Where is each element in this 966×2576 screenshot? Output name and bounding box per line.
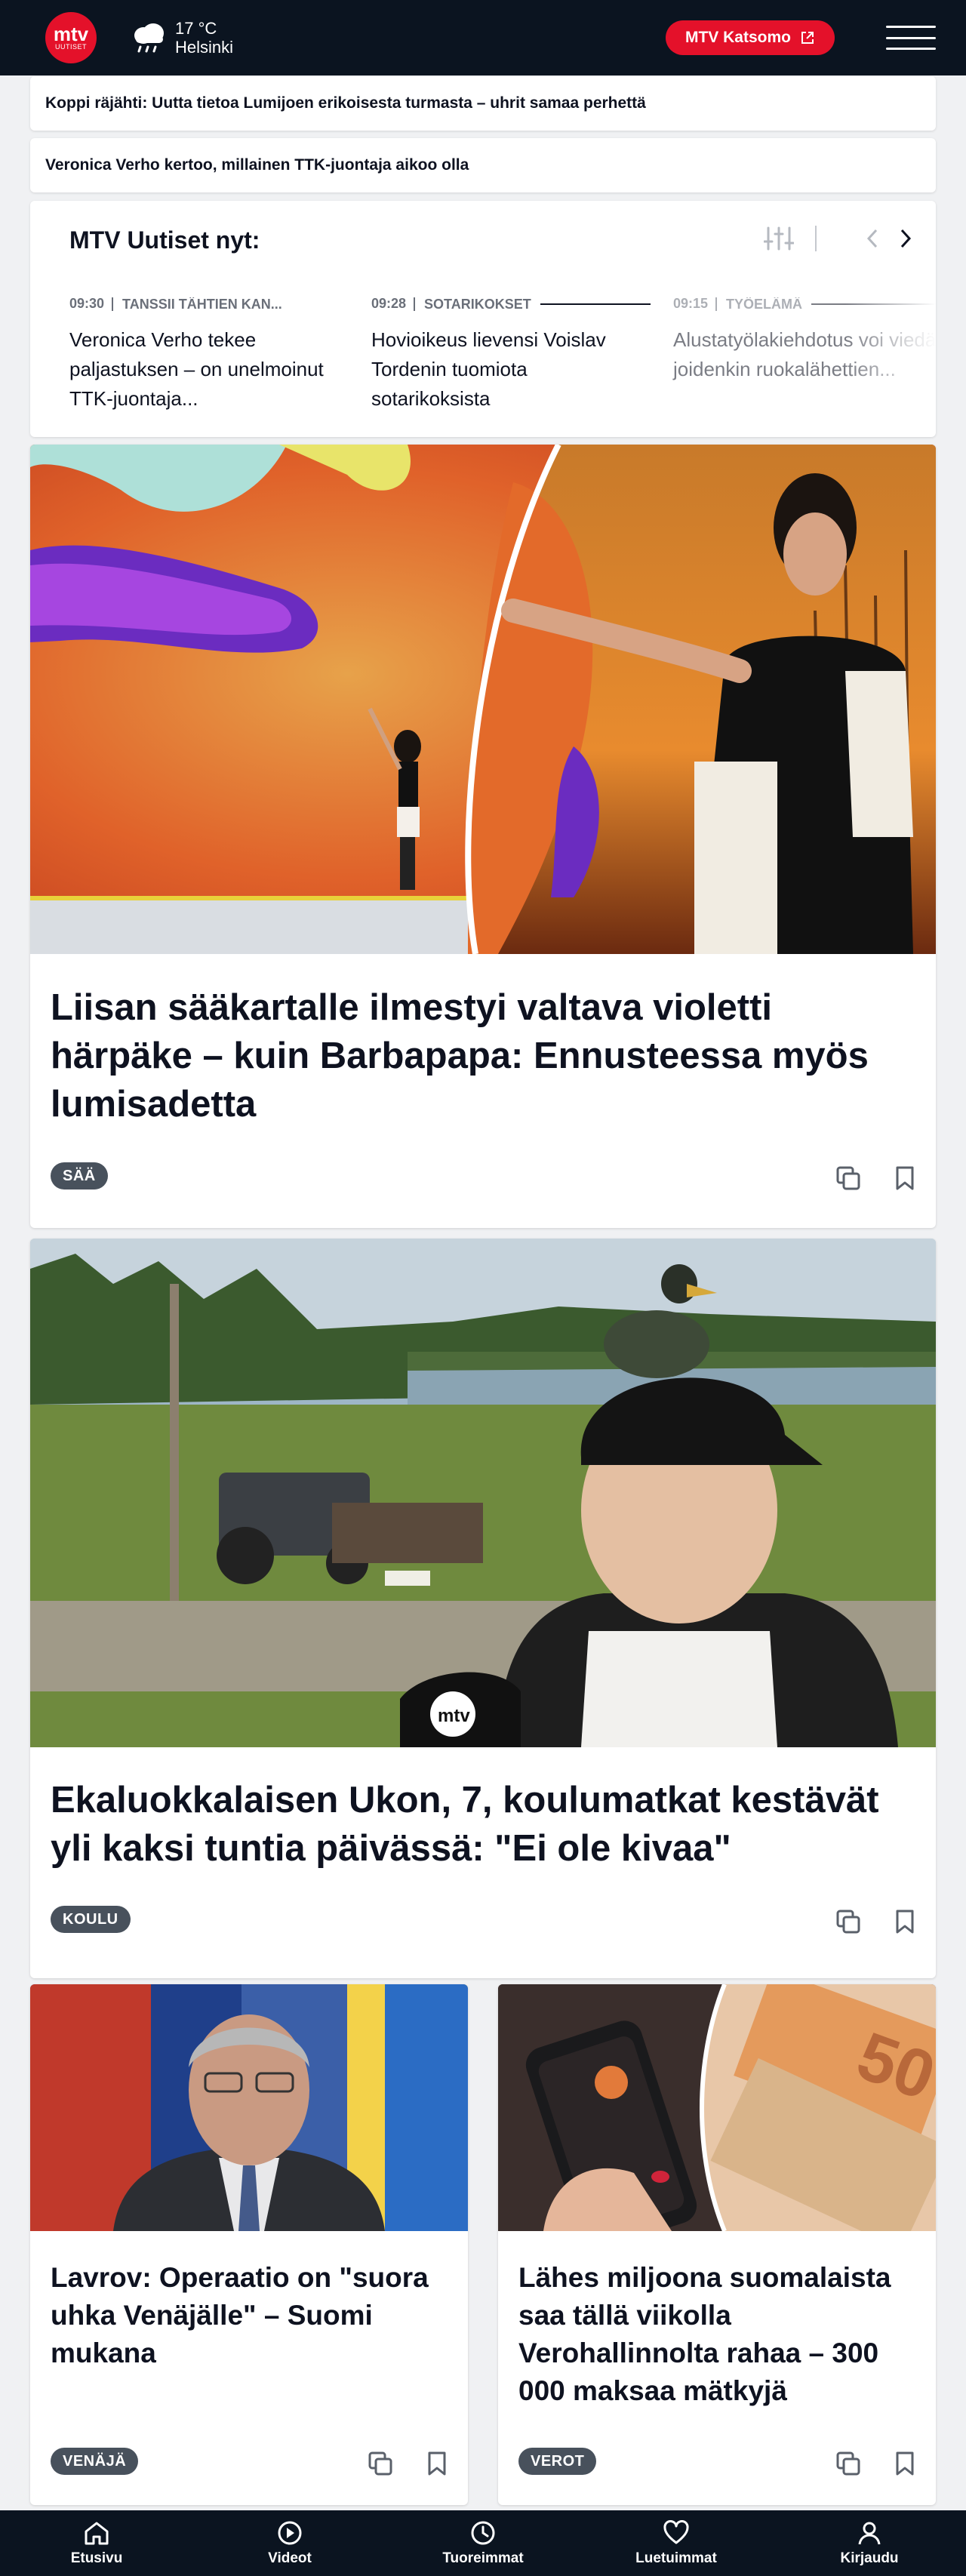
external-link-icon xyxy=(801,32,814,44)
menu-line xyxy=(886,36,936,39)
news-category: SOTARIKOKSET xyxy=(414,297,531,311)
latest-news-controls xyxy=(764,225,913,252)
category-tag[interactable]: KOULU xyxy=(51,1906,131,1933)
article-image: 50 xyxy=(498,1984,936,2231)
nav-label: Kirjaudu xyxy=(840,2550,899,2566)
news-headline: Hovioikeus lievensi Voislav Tordenin tuo… xyxy=(371,328,606,410)
copy-icon[interactable] xyxy=(835,1165,861,1195)
article-card[interactable]: Lavrov: Operaatio on "suora uhka Venäjäl… xyxy=(30,1984,468,2505)
weather-city: Helsinki xyxy=(175,38,234,57)
copy-icon[interactable] xyxy=(835,2451,861,2480)
latest-news-list: 09:30 TANSSII TÄHTIEN KAN... Veronica Ve… xyxy=(69,296,936,414)
article-title[interactable]: Lähes miljoona suomalaista saa tällä vii… xyxy=(518,2259,918,2410)
breaking-news-text: Veronica Verho kertoo, millainen TTK-juo… xyxy=(45,156,469,174)
bookmark-icon[interactable] xyxy=(426,2451,448,2480)
latest-news-item[interactable]: 09:28 SOTARIKOKSET Hovioikeus lievensi V… xyxy=(371,296,673,414)
nav-label: Etusivu xyxy=(70,2550,123,2566)
bookmark-icon[interactable] xyxy=(894,1165,915,1195)
nav-luetuimmat[interactable]: Luetuimmat xyxy=(601,2519,752,2567)
article-actions xyxy=(334,2451,448,2480)
svg-text:mtv: mtv xyxy=(438,1706,470,1726)
logo-text: mtv xyxy=(53,23,89,45)
news-time: 09:15 xyxy=(673,296,709,311)
category-tag[interactable]: VENÄJÄ xyxy=(51,2448,139,2475)
news-meta: 09:30 TANSSII TÄHTIEN KAN... xyxy=(69,296,349,312)
nav-label: Tuoreimmat xyxy=(442,2550,524,2566)
mtv-katsomo-button[interactable]: MTV Katsomo xyxy=(665,20,835,55)
latest-news-item[interactable]: 09:30 TANSSII TÄHTIEN KAN... Veronica Ve… xyxy=(69,296,371,414)
weather-temperature: 17 °C xyxy=(175,19,217,38)
euro-banknotes-photo: 50 xyxy=(498,1984,936,2231)
bookmark-icon[interactable] xyxy=(894,2451,915,2480)
article-card[interactable]: mtv Ekaluokkalaisen Ukon, 7, koulumatkat… xyxy=(30,1239,936,1978)
nav-tuoreimmat[interactable]: Tuoreimmat xyxy=(408,2520,558,2567)
rain-cloud-icon xyxy=(134,23,164,53)
article-title[interactable]: Lavrov: Operaatio on "suora uhka Venäjäl… xyxy=(51,2259,451,2372)
filter-sliders-icon[interactable] xyxy=(764,225,794,252)
menu-line xyxy=(886,26,936,28)
nav-kirjaudu[interactable]: Kirjaudu xyxy=(794,2520,945,2567)
nav-etusivu[interactable]: Etusivu xyxy=(21,2520,172,2567)
menu-button[interactable] xyxy=(886,21,936,54)
copy-icon[interactable] xyxy=(835,1909,861,1938)
top-bar: mtv UUTISET 17 °C Helsinki MTV Katsomo xyxy=(0,0,966,75)
news-category: TYÖELÄMÄ xyxy=(715,297,802,311)
category-tag[interactable]: VEROT xyxy=(518,2448,597,2475)
weather-widget[interactable]: 17 °C Helsinki xyxy=(130,19,233,57)
clock-icon xyxy=(471,2521,495,2544)
breaking-news-text: Koppi räjähti: Uutta tietoa Lumijoen eri… xyxy=(45,94,646,112)
article-actions xyxy=(802,1909,915,1938)
article-card[interactable]: 50 Lähes miljoona suomalaista saa tällä … xyxy=(498,1984,936,2505)
nav-label: Videot xyxy=(268,2550,312,2566)
menu-line xyxy=(886,48,936,50)
divider xyxy=(815,226,817,251)
bottom-navigation: Etusivu Videot Tuoreimmat Luetuimmat Kir… xyxy=(0,2510,966,2576)
nav-videot[interactable]: Videot xyxy=(214,2520,365,2567)
play-icon xyxy=(278,2521,302,2544)
breaking-news-bar[interactable]: Koppi räjähti: Uutta tietoa Lumijoen eri… xyxy=(30,76,936,131)
article-title[interactable]: Ekaluokkalaisen Ukon, 7, koulumatkat kes… xyxy=(51,1776,911,1873)
article-actions xyxy=(802,1165,915,1195)
copy-icon[interactable] xyxy=(368,2451,393,2480)
progress-line xyxy=(540,303,651,305)
latest-news-title: MTV Uutiset nyt: xyxy=(69,226,260,254)
article-image xyxy=(30,445,936,954)
article-image xyxy=(30,1984,468,2231)
article-title[interactable]: Liisan sääkartalle ilmestyi valtava viol… xyxy=(51,983,911,1128)
chevron-left-icon[interactable] xyxy=(865,227,880,250)
logo-subtext: UUTISET xyxy=(54,43,87,51)
lavrov-photo xyxy=(30,1984,468,2231)
news-meta: 09:28 SOTARIKOKSET xyxy=(371,296,651,312)
article-card[interactable]: Liisan sääkartalle ilmestyi valtava viol… xyxy=(30,445,936,1228)
article-image: mtv xyxy=(30,1239,936,1747)
heart-icon xyxy=(663,2519,689,2544)
katsomo-label: MTV Katsomo xyxy=(685,29,791,46)
article-actions xyxy=(802,2451,915,2480)
news-category: TANSSII TÄHTIEN KAN... xyxy=(112,297,282,311)
nav-label: Luetuimmat xyxy=(635,2550,717,2566)
breaking-news-bar[interactable]: Veronica Verho kertoo, millainen TTK-juo… xyxy=(30,138,936,192)
weather-map-photo xyxy=(30,445,936,954)
schoolboy-photo: mtv xyxy=(30,1239,936,1747)
latest-news-box: MTV Uutiset nyt: 09:30 TANSSII TÄHTIEN K… xyxy=(30,201,936,437)
news-time: 09:30 xyxy=(69,296,105,311)
scroll-fade xyxy=(845,284,936,427)
home-icon xyxy=(85,2522,109,2544)
category-tag[interactable]: SÄÄ xyxy=(51,1162,108,1190)
news-headline: Veronica Verho tekee paljastuksen – on u… xyxy=(69,328,324,410)
bookmark-icon[interactable] xyxy=(894,1909,915,1938)
chevron-right-icon[interactable] xyxy=(898,227,913,250)
user-icon xyxy=(858,2522,881,2544)
news-time: 09:28 xyxy=(371,296,407,311)
mtv-uutiset-logo[interactable]: mtv UUTISET xyxy=(45,12,97,63)
